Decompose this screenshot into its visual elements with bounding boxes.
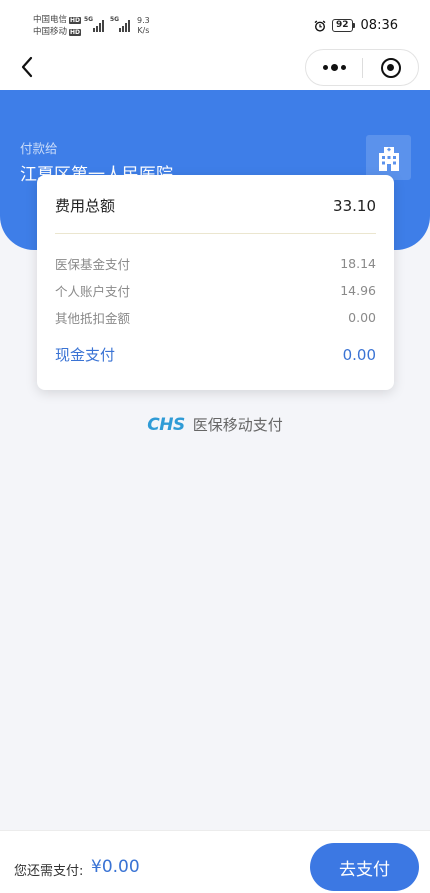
target-close-icon (380, 57, 401, 78)
detail-value: 18.14 (340, 256, 376, 271)
cash-payment-label: 现金支付 (55, 346, 116, 364)
chs-logo: CHS (147, 414, 185, 435)
more-dots-icon (322, 64, 346, 71)
network-speed: 9.3 K/s (137, 16, 150, 35)
nav-bar (0, 46, 430, 90)
detail-value: 0.00 (348, 310, 376, 325)
close-mini-program-button[interactable] (363, 50, 418, 85)
status-bar: 中国电信 HD 中国移动 HD 5G 5G 9.3 K/s 92 08:36 (0, 0, 430, 46)
detail-label: 其他抵扣金额 (55, 311, 131, 326)
cash-payment-row: 现金支付 0.00 (55, 344, 376, 365)
clock-time: 08:36 (360, 18, 398, 33)
hd-badge-1: HD (69, 16, 82, 24)
other-deduction-row: 其他抵扣金额 0.00 (55, 308, 376, 327)
cash-payment-value: 0.00 (342, 345, 376, 364)
back-arrow-icon (21, 56, 33, 78)
pay-button[interactable]: 去支付 (310, 843, 419, 891)
bottom-pay-bar: 您还需支付: ¥0.00 去支付 (0, 830, 430, 893)
hd-badge-2: HD (69, 28, 82, 36)
card-divider (55, 233, 376, 234)
signal-icon: 5G (84, 16, 104, 32)
signal-icon: 5G (110, 16, 130, 32)
total-fee-label: 费用总额 (55, 197, 116, 215)
amount-due-label: 您还需支付: (14, 864, 84, 879)
detail-label: 医保基金支付 (55, 257, 131, 272)
more-button[interactable] (306, 50, 362, 85)
carrier-name-1: 中国电信 (33, 15, 68, 25)
pay-to-label: 付款给 (20, 141, 58, 156)
alarm-clock-icon (314, 19, 326, 32)
amount-due-value: ¥0.00 (91, 857, 140, 877)
total-fee-value: 33.10 (333, 196, 376, 215)
detail-label: 个人账户支付 (55, 284, 131, 299)
brand-text: 医保移动支付 (192, 416, 283, 434)
carrier-info: 中国电信 HD 中国移动 HD (33, 14, 82, 38)
battery-icon: 92 (332, 19, 355, 32)
total-fee-row: 费用总额 33.10 (55, 195, 376, 216)
back-button[interactable] (14, 54, 40, 80)
hospital-building-icon (366, 135, 411, 180)
fund-payment-row: 医保基金支付 18.14 (55, 254, 376, 273)
brand-footer: CHS 医保移动支付 (0, 414, 430, 435)
fee-summary-card: 费用总额 33.10 医保基金支付 18.14 个人账户支付 14.96 其他抵… (37, 175, 394, 390)
personal-account-row: 个人账户支付 14.96 (55, 281, 376, 300)
carrier-name-2: 中国移动 (33, 27, 68, 37)
detail-value: 14.96 (340, 283, 376, 298)
mini-program-capsule (305, 49, 419, 86)
